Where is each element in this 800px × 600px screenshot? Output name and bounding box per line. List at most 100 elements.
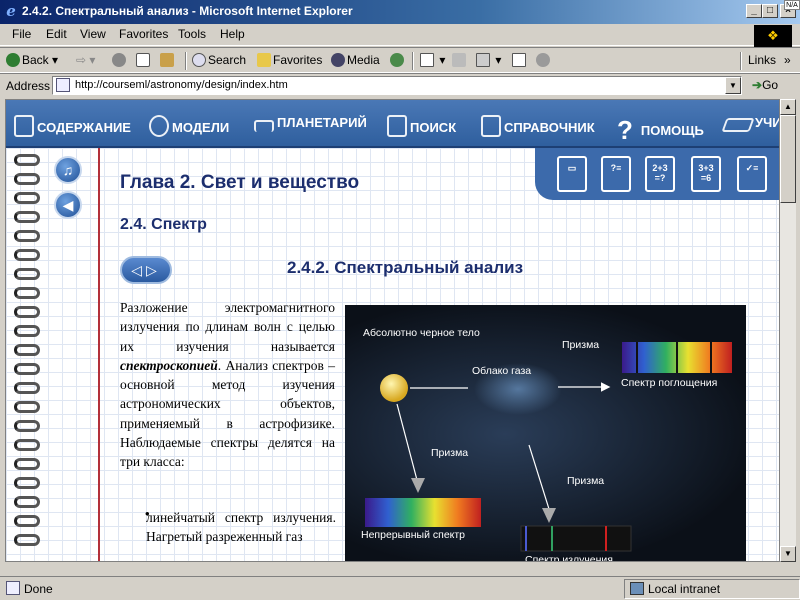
history-button[interactable] — [390, 53, 406, 67]
nav-contents[interactable]: СОДЕРЖАНИЕ — [14, 115, 131, 137]
spiral-ring — [14, 382, 40, 394]
sound-button[interactable]: ◀ — [54, 191, 82, 219]
quiz-icon: ?≡ — [610, 163, 622, 173]
favorites-button[interactable]: Favorites — [257, 53, 322, 67]
media-button[interactable]: Media — [331, 53, 380, 67]
back-button[interactable]: Back ▾ — [6, 53, 58, 67]
favorites-star-icon — [257, 53, 271, 67]
contents-icon — [14, 115, 34, 137]
page-icon — [56, 78, 70, 92]
stop-icon — [112, 53, 126, 67]
spiral-ring — [14, 287, 40, 299]
speaker-icon: ◀ — [62, 197, 74, 213]
help-question-icon: ? — [617, 115, 633, 145]
spiral-ring — [14, 344, 40, 356]
title-bar: e 2.4.2. Спектральный анализ - Microsoft… — [0, 0, 800, 24]
address-url: http://courseml/astronomy/design/index.h… — [75, 79, 288, 91]
reference-book-icon — [481, 115, 501, 137]
discuss-button[interactable] — [512, 53, 528, 67]
links-button[interactable]: Links — [748, 53, 776, 67]
menu-view[interactable]: View — [80, 27, 106, 41]
forward-button[interactable]: ⇨ ▾ — [76, 53, 95, 67]
na-badge: N/A — [784, 0, 800, 10]
chapter-title: Глава 2. Свет и вещество — [120, 172, 360, 193]
page-done-icon — [6, 581, 20, 595]
label-emission-spectrum: Спектр излучения — [525, 554, 613, 562]
margin-line — [98, 148, 100, 561]
toolbar-chevron-icon[interactable]: » — [784, 53, 791, 67]
ray-to-prism-left — [396, 403, 418, 481]
spiral-ring — [14, 420, 40, 432]
intro-paragraph: Разложение электромагнитного излучения п… — [120, 300, 335, 470]
spectrum-diagram: Абсолютно черное тело Облако газа Призма… — [345, 305, 746, 562]
spiral-ring — [14, 173, 40, 185]
messenger-button[interactable] — [536, 53, 552, 67]
label-gas-cloud: Облако газа — [472, 365, 532, 377]
print-button[interactable] — [452, 53, 468, 67]
minimize-button[interactable]: _ — [746, 4, 762, 18]
refresh-button[interactable] — [136, 53, 152, 67]
nav-learn[interactable]: УЧИ — [721, 115, 779, 132]
bullet-item: линейчатый спектр излучения. Нагретый ра… — [146, 510, 336, 545]
music-note-icon: ♫ — [62, 162, 74, 178]
ray-to-prism-right — [528, 444, 550, 510]
label-prism-left: Призма — [431, 447, 469, 459]
menu-help[interactable]: Help — [220, 27, 245, 41]
math-icon: 3+3 =6 — [698, 163, 714, 183]
spiral-ring — [14, 268, 40, 280]
checklist-button[interactable]: ✓≡ — [737, 156, 767, 192]
nav-search[interactable]: ПОИСК — [387, 115, 456, 137]
home-button[interactable] — [160, 53, 176, 67]
security-zone: Local intranet — [648, 582, 721, 596]
menu-file[interactable]: File — [12, 27, 31, 41]
menu-edit[interactable]: Edit — [46, 27, 67, 41]
book-button[interactable]: ▭ — [557, 156, 587, 192]
messenger-icon — [536, 53, 550, 67]
page-nav-arrows[interactable]: ◁▷ — [120, 256, 172, 284]
spiral-ring — [14, 534, 40, 546]
label-prism-right: Призма — [567, 475, 605, 487]
menu-tools[interactable]: Tools — [178, 27, 206, 41]
spiral-ring — [14, 230, 40, 242]
exercise-button-2[interactable]: 3+3 =6 — [691, 156, 721, 192]
music-button[interactable]: ♫ — [54, 156, 82, 184]
term-spectroscopy: спектроскопией — [120, 357, 218, 373]
spiral-ring — [14, 496, 40, 508]
book-icon: ▭ — [567, 163, 577, 173]
quiz-button[interactable]: ?≡ — [601, 156, 631, 192]
scroll-up-icon[interactable]: ▲ — [780, 99, 796, 115]
nav-reference[interactable]: СПРАВОЧНИК — [481, 115, 595, 137]
go-button[interactable]: ➔Go — [752, 78, 778, 92]
search-icon — [192, 53, 206, 67]
menu-favorites[interactable]: Favorites — [119, 27, 168, 41]
status-text: Done — [24, 582, 53, 596]
nav-help[interactable]: ? ПОМОЩЬ — [617, 115, 704, 146]
stop-button[interactable] — [112, 53, 128, 67]
math-icon: 2+3 =? — [652, 163, 668, 183]
spiral-ring — [14, 363, 40, 375]
maximize-button[interactable]: □ — [762, 4, 778, 18]
nav-planetarium[interactable]: ПЛАНЕТАРИЙ — [254, 115, 367, 132]
scroll-down-icon[interactable]: ▼ — [780, 546, 796, 562]
label-absorption-spectrum: Спектр поглощения — [621, 377, 718, 389]
history-icon — [390, 53, 404, 67]
scroll-thumb[interactable] — [780, 115, 796, 203]
toolbar-separator — [412, 52, 414, 70]
emission-spectrum — [520, 525, 632, 552]
address-input[interactable]: http://courseml/astronomy/design/index.h… — [52, 76, 742, 95]
mail-button[interactable]: ▾ — [420, 53, 445, 67]
discuss-icon — [512, 53, 526, 67]
print-icon — [452, 53, 466, 67]
nav-models[interactable]: МОДЕЛИ — [149, 115, 229, 137]
notebook-spiral — [6, 148, 46, 561]
search-button[interactable]: Search — [192, 53, 246, 67]
checklist-icon: ✓≡ — [745, 163, 759, 173]
vertical-scrollbar[interactable]: ▲ ▼ — [780, 99, 796, 562]
edit-button[interactable]: ▾ — [476, 53, 501, 67]
label-prism-top: Призма — [562, 339, 600, 351]
address-dropdown-icon[interactable]: ▼ — [725, 77, 741, 94]
exercise-button-1[interactable]: 2+3 =? — [645, 156, 675, 192]
spiral-ring — [14, 477, 40, 489]
home-icon — [160, 53, 174, 67]
window-title: 2.4.2. Спектральный анализ - Microsoft I… — [22, 4, 353, 18]
